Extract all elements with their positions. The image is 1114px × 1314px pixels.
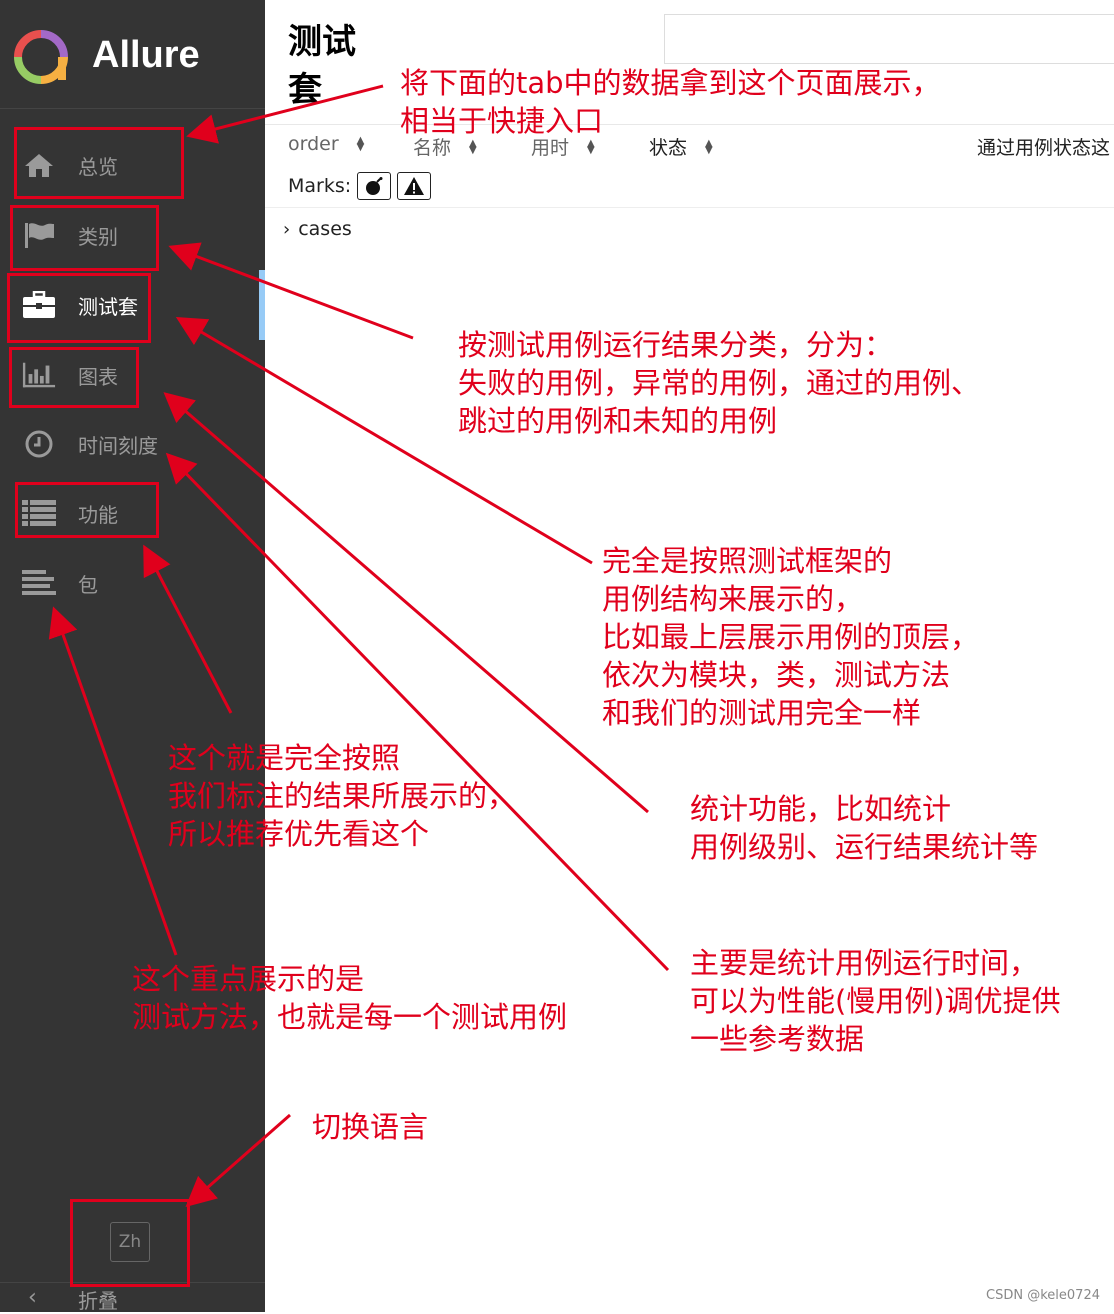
annotation-line: 统计功能，比如统计 [690, 792, 952, 826]
annotation-language: 切换语言 [312, 1108, 428, 1146]
chevron-right-icon: › [283, 219, 291, 240]
annotation-line: 将下面的tab中的数据拿到这个页面展示， [400, 66, 941, 100]
annotation-line: 一些参考数据 [690, 1022, 865, 1056]
annotation-suites: 完全是按照测试框架的 用例结构来展示的， 比如最上层展示用例的顶层， 依次为模块… [602, 542, 979, 732]
sidebar-item-label: 时间刻度 [78, 433, 158, 458]
sort-icon: ▲ ▼ [469, 137, 477, 156]
app-name: Allure [92, 34, 200, 76]
collapse-label: 折叠 [78, 1289, 118, 1313]
sort-icon: ▲ ▼ [705, 137, 713, 156]
annotation-line: 所以推荐优先看这个 [168, 817, 430, 851]
brand[interactable]: Allure [0, 0, 265, 109]
column-status-filter[interactable]: 通过用例状态这 [977, 133, 1110, 160]
annotation-line: 失败的用例，异常的用例，通过的用例、 [458, 366, 981, 400]
active-indicator [259, 270, 265, 340]
annotation-line: 主要是统计用例运行时间， [690, 946, 1039, 980]
annotation-line: 切换语言 [312, 1110, 429, 1144]
annotation-graphs: 统计功能，比如统计 用例级别、运行结果统计等 [690, 790, 1038, 866]
search-input[interactable] [664, 14, 1114, 64]
annotation-box-graphs [9, 347, 139, 408]
align-left-icon [22, 569, 56, 597]
annotation-categories: 按测试用例运行结果分类，分为： 失败的用例，异常的用例，通过的用例、 跳过的用例… [458, 326, 980, 440]
watermark: CSDN @kele0724 [986, 1288, 1100, 1303]
column-label: 通过用例状态这 [977, 137, 1111, 159]
bomb-icon [366, 177, 383, 195]
annotation-line: 我们标注的结果所展示的， [168, 779, 517, 813]
annotation-behaviors: 这个就是完全按照 我们标注的结果所展示的， 所以推荐优先看这个 [168, 739, 516, 853]
known-issue-mark-button[interactable] [397, 172, 431, 200]
sidebar-item-label: 包 [78, 572, 98, 597]
annotation-line: 可以为性能(慢用例)调优提供 [690, 984, 1061, 1018]
annotation-line: 这个就是完全按照 [168, 741, 401, 775]
annotation-line: 测试方法，也就是每一个测试用例 [132, 1000, 568, 1034]
annotation-tab-data: 将下面的tab中的数据拿到这个页面展示， 相当于快捷入口 [400, 64, 941, 140]
sort-icon: ▲ ▼ [587, 137, 595, 156]
annotation-box-behaviors [15, 482, 159, 538]
annotation-line: 用例级别、运行结果统计等 [690, 830, 1039, 864]
column-label: order [288, 133, 339, 155]
annotation-line: 完全是按照测试框架的 [602, 544, 893, 578]
annotation-packages: 这个重点展示的是 测试方法，也就是每一个测试用例 [132, 960, 567, 1036]
annotation-line: 相当于快捷入口 [400, 104, 604, 138]
annotation-box-language [70, 1199, 190, 1287]
annotation-box-overview [14, 127, 184, 199]
marks-label: Marks: [288, 175, 352, 197]
annotation-timeline: 主要是统计用例运行时间， 可以为性能(慢用例)调优提供 一些参考数据 [690, 944, 1061, 1058]
annotation-line: 跳过的用例和未知的用例 [458, 404, 778, 438]
annotation-box-categories [10, 205, 159, 271]
annotation-line: 比如最上层展示用例的顶层， [602, 620, 980, 654]
annotation-line: 依次为模块，类，测试方法 [602, 658, 951, 692]
sidebar-item-packages[interactable]: 包 [0, 558, 265, 608]
annotation-box-suites [7, 273, 151, 343]
chevron-left-icon: ‹ [28, 1285, 37, 1310]
sort-icon: ▲ ▼ [356, 135, 365, 153]
tree-group-label: cases [298, 218, 352, 240]
flaky-mark-button[interactable] [357, 172, 391, 200]
annotation-line: 和我们的测试用完全一样 [602, 696, 922, 730]
page-title: 测试套 [288, 22, 356, 110]
column-order[interactable]: order ▲ ▼ [288, 133, 364, 155]
tree-group-cases[interactable]: › cases [283, 218, 352, 240]
annotation-line: 按测试用例运行结果分类，分为： [458, 328, 894, 362]
annotation-line: 这个重点展示的是 [132, 962, 365, 996]
warning-icon [404, 177, 424, 195]
allure-logo-icon [14, 30, 68, 84]
sidebar-item-timeline[interactable]: 时间刻度 [0, 419, 265, 469]
annotation-line: 用例结构来展示的， [602, 582, 864, 616]
clock-icon [22, 430, 56, 458]
